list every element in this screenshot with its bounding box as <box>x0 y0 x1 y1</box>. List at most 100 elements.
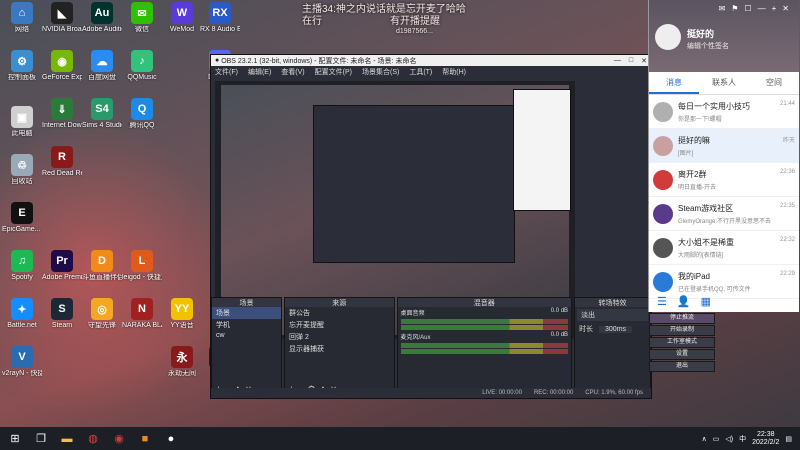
desktop-shortcut[interactable]: 永永劫无间 <box>162 346 202 378</box>
desktop-shortcut-label: Adobe Audition <box>82 26 122 33</box>
chat-text: 离开2群 明日直播-开去 <box>678 169 716 191</box>
obs-statusbar: LIVE: 00:00:00 REC: 00:00:00 CPU: 1.9%, … <box>211 388 651 398</box>
desktop-shortcut[interactable]: Vv2rayN - 快捷方式 <box>2 346 42 378</box>
source-item[interactable]: 回弹 2 <box>285 331 393 343</box>
qq-signature[interactable]: 编辑个性签名 <box>687 41 729 51</box>
desktop-shortcut[interactable]: Au Adobe Audition <box>82 2 122 34</box>
chat-time: 昨天 <box>782 138 795 144</box>
desktop-shortcut-label: QQMusic <box>127 74 157 81</box>
chat-item[interactable]: 离开2群 明日直播-开去 22:36 <box>649 163 799 197</box>
obs-icon[interactable]: ● <box>160 430 182 448</box>
desktop-shortcut[interactable]: Lleigod - 快捷方式 <box>122 250 162 282</box>
cpu-fps: CPU: 1.9%, 60.00 fps <box>585 390 643 396</box>
chat-item[interactable]: 每日一个实用小技巧 你是那一下!螺帽 21:44 <box>649 95 799 129</box>
scene-item[interactable]: 场景 <box>212 307 282 319</box>
rx8-icon: RX <box>209 2 231 24</box>
menu-profile[interactable]: 配置文件(P) <box>315 67 352 77</box>
qq-header-icons[interactable]: ✉⚑☐—+✕ <box>719 4 795 13</box>
file-explorer-icon[interactable]: ▬ <box>56 430 78 448</box>
desktop-shortcut[interactable]: RX RX 8 Audio Editor <box>200 2 240 34</box>
yongjie-icon: 永 <box>171 346 193 368</box>
menu-edit[interactable]: 编辑(E) <box>248 67 271 77</box>
desktop-shortcut[interactable]: ▣ 此电脑 <box>2 106 42 138</box>
close-icon[interactable]: ✕ <box>641 57 647 65</box>
clock[interactable]: 22:38 2022/2/2 <box>752 431 779 447</box>
menu-icon[interactable]: ☰ <box>657 295 667 308</box>
desktop-shortcut-label: Spotify <box>11 274 33 281</box>
start-icon[interactable]: ⊞ <box>4 430 26 448</box>
source-item[interactable]: 忘开麦提醒 <box>285 319 393 331</box>
tab-contacts[interactable]: 联系人 <box>699 72 749 94</box>
settings-button[interactable]: 设置 <box>649 349 715 360</box>
desktop-shortcut[interactable]: E EpicGame... - 快捷方式 <box>2 202 42 234</box>
tray-overflow-icon[interactable]: ∧ <box>702 435 707 443</box>
maximize-icon[interactable]: □ <box>629 57 633 65</box>
chat-item[interactable]: 大小姐不是稀重 大雨脚的[表情链] 22:32 <box>649 231 799 265</box>
desktop-shortcut[interactable]: ⇓ Internet Downlo... <box>42 98 82 130</box>
mixer-channel-desktop: 桌面音频 0.0 dB <box>398 307 572 318</box>
naraka-icon: N <box>131 298 153 320</box>
chrome-icon[interactable]: ◍ <box>82 430 104 448</box>
desktop-shortcut[interactable]: Pr Adobe Premie... <box>42 250 82 282</box>
network-icon[interactable]: ▭ <box>713 435 720 443</box>
desktop-shortcut-label: Sims 4 Studio <box>82 122 122 129</box>
studio-mode-button[interactable]: 工作室模式 <box>649 337 715 348</box>
desktop-shortcut[interactable]: ◉ GeForce Experience <box>42 50 82 82</box>
desktop-shortcut[interactable]: YY YY语音 <box>162 298 202 330</box>
exit-button[interactable]: 退出 <box>649 361 715 372</box>
stop-streaming-button[interactable]: 停止推流 <box>649 313 715 324</box>
notification-icon[interactable]: ▤ <box>785 435 792 443</box>
menu-tools[interactable]: 工具(T) <box>409 67 432 77</box>
tab-messages[interactable]: 消息 <box>649 72 699 94</box>
source-item[interactable]: 显示器捕获 <box>285 343 393 355</box>
input-language[interactable]: 中 <box>739 434 746 444</box>
desktop-shortcut[interactable]: ✦ Battle.net <box>2 298 42 330</box>
obs-window: ● OBS 23.2.1 (32-bit, windows) - 配置文件: 未… <box>210 54 652 399</box>
desktop-shortcut[interactable]: ◣ NVIDIA Broadca... <box>42 2 82 34</box>
scene-item[interactable]: cw <box>212 331 281 340</box>
menu-file[interactable]: 文件(F) <box>215 67 238 77</box>
duration-input[interactable]: 300ms <box>599 326 633 333</box>
minimize-icon[interactable]: — <box>614 57 621 65</box>
source-item[interactable]: 群公告 <box>285 307 393 319</box>
desktop-shortcut-label: 微信 <box>135 26 149 33</box>
apps-icon[interactable]: ▦ <box>701 295 711 308</box>
desktop-shortcut[interactable]: N NARAKA BLADEPOI... <box>122 298 162 330</box>
start-recording-button[interactable]: 开始录制 <box>649 325 715 336</box>
volume-slider[interactable] <box>400 325 569 330</box>
wemod-icon: W <box>171 2 193 24</box>
douyu-icon[interactable]: ■ <box>134 430 156 448</box>
desktop-shortcut[interactable]: S4 Sims 4 Studio <box>82 98 122 130</box>
menu-scene-collection[interactable]: 场景集合(S) <box>362 67 399 77</box>
chat-item[interactable]: 挺好的嘛 [图片] 昨天 <box>649 129 799 163</box>
menu-help[interactable]: 帮助(H) <box>442 67 466 77</box>
desktop-shortcut[interactable]: ◎ 守望先锋 <box>82 298 122 330</box>
avatar[interactable] <box>655 24 681 50</box>
desktop-shortcut[interactable]: W WeMod <box>162 2 202 34</box>
desktop-shortcut[interactable]: ⚙ 控制面板 <box>2 50 42 82</box>
netease-music-icon[interactable]: ◉ <box>108 430 130 448</box>
task-view-icon[interactable]: ❐ <box>30 430 52 448</box>
desktop-shortcut[interactable]: ✉ 微信 <box>122 2 162 34</box>
transition-select[interactable]: 淡出 <box>577 309 648 321</box>
desktop-shortcut[interactable]: S Steam <box>42 298 82 330</box>
desktop-shortcut[interactable]: Q 腾讯QQ <box>122 98 162 130</box>
desktop-shortcut[interactable]: ♪ QQMusic <box>122 50 162 82</box>
scene-item[interactable]: 学机 <box>212 319 281 331</box>
system-tray: ∧ ▭ ◁) 中 22:38 2022/2/2 ▤ <box>702 431 800 447</box>
qq-window: ✉⚑☐—+✕ 挺好的 编辑个性签名 消息 联系人 空间 每日一个实用小技巧 你是那… <box>648 0 799 312</box>
menu-view[interactable]: 查看(V) <box>281 67 304 77</box>
desktop-shortcut[interactable]: ⌂ 网络 <box>2 2 42 34</box>
desktop-shortcut[interactable]: R Red Dead Redempt... <box>42 146 82 178</box>
chat-item[interactable]: Steam游戏社区 GlemyOrange:不行开黑没意思不去 22:35 <box>649 197 799 231</box>
volume-icon[interactable]: ◁) <box>725 435 733 443</box>
volume-slider[interactable] <box>400 349 569 354</box>
desktop-shortcut[interactable]: ☁ 百度网盘 <box>82 50 122 82</box>
contacts-icon[interactable]: 👤 <box>677 295 691 308</box>
desktop-shortcut[interactable]: D 斗鱼直播伴侣 <box>82 250 122 282</box>
desktop-shortcut[interactable]: ♲ 回收站 <box>2 154 42 186</box>
tab-space[interactable]: 空间 <box>749 72 799 94</box>
obs-titlebar[interactable]: ● OBS 23.2.1 (32-bit, windows) - 配置文件: 未… <box>211 55 651 66</box>
desktop-shortcut[interactable]: ♫ Spotify <box>2 250 42 282</box>
mixer-dock: 混音器 桌面音频 0.0 dB 麦克风/Aux 0.0 dB <box>396 297 573 398</box>
